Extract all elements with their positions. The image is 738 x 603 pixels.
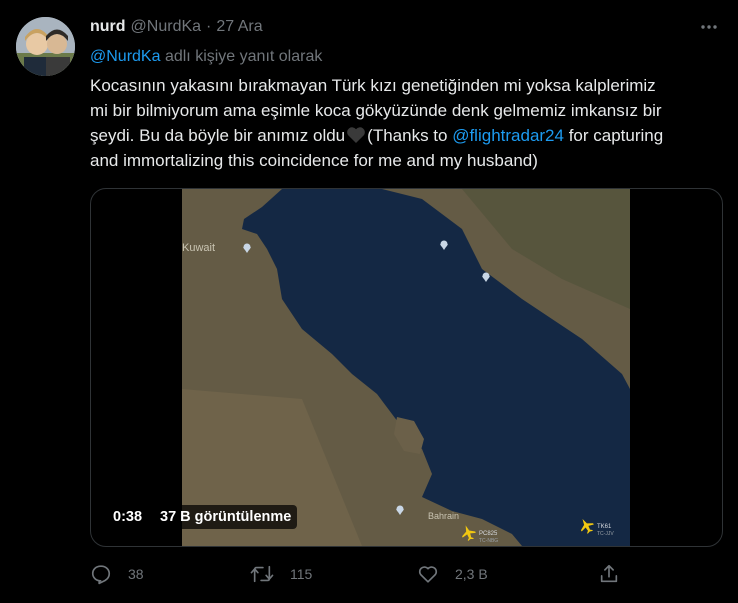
- video-player[interactable]: Kuwait Bahrain PC825 TC-NBG TK61 TC-JJV: [90, 188, 723, 547]
- video-duration-badge: 0:38: [107, 505, 149, 529]
- avatar[interactable]: [16, 17, 75, 76]
- reply-context-text: adlı kişiye yanıt olarak: [160, 48, 323, 65]
- reply-icon: [91, 565, 111, 585]
- like-button[interactable]: 2,3 B: [417, 560, 488, 588]
- header-separator: ·: [206, 18, 212, 35]
- video-frame-map: Kuwait Bahrain PC825 TC-NBG TK61 TC-JJV: [182, 189, 630, 546]
- more-button[interactable]: [696, 14, 722, 40]
- map-label-kuwait: Kuwait: [182, 242, 215, 254]
- retweet-icon: [250, 565, 274, 583]
- reply-context: @NurdKa adlı kişiye yanıt olarak: [90, 48, 322, 66]
- tweet-text-line: and immortalizing this coincidence for m…: [90, 151, 538, 170]
- tweet-text-segment: for capturing: [563, 126, 664, 145]
- reply-mention-link[interactable]: @NurdKa: [90, 48, 161, 65]
- reply-button[interactable]: 38: [90, 560, 144, 588]
- tweet-text-line: şeydi. Bu da böyle bir anımız oldu (Thank…: [90, 123, 724, 148]
- flight-label-registration: TC-NBG: [479, 538, 498, 544]
- avatar-image: [16, 17, 75, 76]
- map-label-bahrain: Bahrain: [428, 511, 459, 521]
- author-name[interactable]: nurd: [90, 18, 126, 36]
- tweet-text-segment: (Thanks to: [367, 126, 453, 145]
- tweet-date[interactable]: 27 Ara: [216, 18, 262, 36]
- tweet-actions: 38 115 2,3 B: [90, 560, 724, 588]
- tweet-text-segment: şeydi. Bu da böyle bir anımız oldu: [90, 126, 346, 145]
- like-icon: [418, 566, 438, 583]
- author-handle[interactable]: @NurdKa: [131, 18, 202, 36]
- flight-label-registration: TC-JJV: [597, 531, 614, 537]
- video-views-badge: 37 B görüntülenme: [154, 505, 298, 529]
- reply-count: 38: [128, 566, 144, 582]
- tweet-text-line: mi bir bilmiyorum ama eşimle koca gökyüz…: [90, 101, 662, 120]
- retweet-button[interactable]: 115: [250, 560, 312, 588]
- tweet-header: nurd @NurdKa · 27 Ara: [90, 14, 722, 40]
- retweet-count: 115: [290, 566, 313, 582]
- tweet-text: Kocasının yakasını bırakmayan Türk kızı …: [90, 73, 724, 173]
- share-icon: [600, 564, 618, 583]
- flight-label-code: PC825: [479, 531, 498, 537]
- heart-icon: [347, 127, 366, 143]
- flight-label-code: TK61: [597, 524, 612, 530]
- tweet-text-line: Kocasının yakasını bırakmayan Türk kızı …: [90, 76, 656, 95]
- mention-link-flightradar24[interactable]: @flightradar24: [452, 126, 564, 145]
- like-count: 2,3 B: [455, 566, 488, 582]
- more-icon: [701, 25, 717, 29]
- share-button[interactable]: [598, 560, 620, 588]
